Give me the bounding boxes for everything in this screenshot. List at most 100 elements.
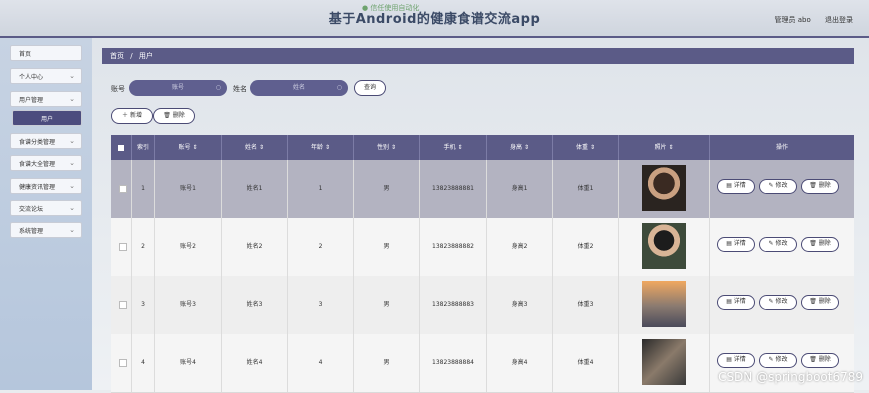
table-row[interactable]: 1 账号1 姓名1 1 男 13823888881 身高1 体重1 ▤ 详情 ✎… <box>111 160 854 219</box>
header-phone[interactable]: 手机 ⇕ <box>420 135 487 160</box>
sidebar-item-profile[interactable]: 个人中心 ⌄ <box>10 68 82 84</box>
header-gender[interactable]: 性别 ⇕ <box>354 135 420 160</box>
header-photo[interactable]: 照片 ⇕ <box>619 135 710 160</box>
top-header: ● 信任使用自动化 基于Android的健康食谱交流app 管理员 abo 退出… <box>0 0 869 38</box>
header-select-all[interactable] <box>111 135 132 160</box>
bulk-delete-button[interactable]: 🗑 删除 <box>153 108 195 124</box>
name-search-input[interactable]: 姓名 ○ <box>250 80 348 96</box>
cell-index: 2 <box>132 218 155 276</box>
cell-age: 1 <box>288 160 354 218</box>
user-photo <box>642 339 686 385</box>
header-height[interactable]: 身高 ⇕ <box>487 135 553 160</box>
header-actions: 操作 <box>775 144 788 151</box>
delete-button[interactable]: 🗑 删除 <box>801 295 839 310</box>
row-checkbox[interactable] <box>111 218 132 276</box>
detail-button[interactable]: ▤ 详情 <box>717 353 755 368</box>
header-weight[interactable]: 体重 ⇕ <box>553 135 619 160</box>
name-placeholder: 姓名 <box>292 84 305 91</box>
cell-photo <box>619 218 710 276</box>
sidebar-item-recipes[interactable]: 食谱大全管理 ⌄ <box>10 155 82 171</box>
sidebar-item-label: 健康资讯管理 <box>19 183 56 191</box>
cell-height: 身高1 <box>487 160 553 218</box>
sidebar-item-label: 食谱大全管理 <box>19 160 56 168</box>
cell-height: 身高2 <box>487 218 553 276</box>
cell-gender: 男 <box>354 276 420 334</box>
edit-button[interactable]: ✎ 修改 <box>759 237 797 252</box>
cell-weight: 体重4 <box>553 334 619 392</box>
detail-button[interactable]: ▤ 详情 <box>717 237 755 252</box>
cell-height: 身高3 <box>487 276 553 334</box>
cell-name: 姓名2 <box>222 218 288 276</box>
breadcrumb-home[interactable]: 首页 <box>110 52 124 60</box>
chevron-down-icon: ⌄ <box>69 159 75 167</box>
cell-photo <box>619 334 710 392</box>
add-button[interactable]: ＋ 新增 <box>111 108 153 124</box>
cell-name: 姓名4 <box>222 334 288 392</box>
cell-phone: 13823888884 <box>420 334 487 392</box>
chevron-down-icon: ⌄ <box>69 72 75 80</box>
edit-button[interactable]: ✎ 修改 <box>759 179 797 194</box>
cell-account: 账号2 <box>155 218 222 276</box>
account-placeholder: 账号 <box>171 84 184 91</box>
row-checkbox[interactable] <box>111 160 132 218</box>
header-age[interactable]: 年龄 ⇕ <box>288 135 354 160</box>
sidebar-item-home[interactable]: 首页 <box>10 45 82 61</box>
user-photo <box>642 281 686 327</box>
logout-link[interactable]: 退出登录 <box>825 16 853 24</box>
cell-phone: 13823888883 <box>420 276 487 334</box>
sidebar-item-label: 用户管理 <box>19 96 44 104</box>
sidebar-item-system[interactable]: 系统管理 ⌄ <box>10 222 82 238</box>
cell-photo <box>619 276 710 334</box>
account-label: 账号 <box>111 85 125 93</box>
cell-phone: 13823888882 <box>420 218 487 276</box>
header-name[interactable]: 姓名 ⇕ <box>222 135 288 160</box>
sidebar-item-health-news[interactable]: 健康资讯管理 ⌄ <box>10 178 82 194</box>
chevron-down-icon: ⌄ <box>69 137 75 145</box>
table-row[interactable]: 4 账号4 姓名4 4 男 13823888884 身高4 体重4 ▤ 详情 ✎… <box>111 334 854 393</box>
cell-actions: ▤ 详情 ✎ 修改 🗑 删除 <box>710 276 854 334</box>
cell-weight: 体重2 <box>553 218 619 276</box>
cell-age: 4 <box>288 334 354 392</box>
delete-button[interactable]: 🗑 删除 <box>801 237 839 252</box>
cell-age: 2 <box>288 218 354 276</box>
cell-height: 身高4 <box>487 334 553 392</box>
table-header: 索引 账号 ⇕ 姓名 ⇕ 年龄 ⇕ 性别 ⇕ 手机 ⇕ 身高 ⇕ 体重 ⇕ 照片… <box>111 135 854 160</box>
edit-button[interactable]: ✎ 修改 <box>759 295 797 310</box>
watermark: CSDN @springboot6789 <box>718 370 863 384</box>
cell-index: 4 <box>132 334 155 392</box>
cell-photo <box>619 160 710 218</box>
account-search-input[interactable]: 账号 ○ <box>129 80 227 96</box>
detail-button[interactable]: ▤ 详情 <box>717 179 755 194</box>
cell-account: 账号4 <box>155 334 222 392</box>
cell-name: 姓名1 <box>222 160 288 218</box>
cell-gender: 男 <box>354 218 420 276</box>
header-account[interactable]: 账号 ⇕ <box>155 135 222 160</box>
row-checkbox[interactable] <box>111 276 132 334</box>
sidebar-item-label: 用户 <box>40 115 53 123</box>
name-label: 姓名 <box>233 85 247 93</box>
edit-button[interactable]: ✎ 修改 <box>759 353 797 368</box>
cell-gender: 男 <box>354 160 420 218</box>
query-button[interactable]: 查询 <box>354 80 386 96</box>
cell-account: 账号1 <box>155 160 222 218</box>
delete-button[interactable]: 🗑 删除 <box>801 179 839 194</box>
cell-gender: 男 <box>354 334 420 392</box>
delete-button[interactable]: 🗑 删除 <box>801 353 839 368</box>
app-title: 基于Android的健康食谱交流app <box>328 12 541 27</box>
main-content: 首页 / 用户 账号 账号 ○ 姓名 姓名 ○ 查询 ＋ 新增 🗑 删除 索引 … <box>92 38 869 393</box>
sidebar-item-recipe-category[interactable]: 食谱分类管理 ⌄ <box>10 133 82 149</box>
sidebar-item-label: 个人中心 <box>19 73 44 81</box>
table-row[interactable]: 3 账号3 姓名3 3 男 13823888883 身高3 体重3 ▤ 详情 ✎… <box>111 276 854 335</box>
sidebar-item-label: 系统管理 <box>19 227 44 235</box>
sidebar-item-users[interactable]: 用户 <box>12 110 82 126</box>
breadcrumb-current: 用户 <box>138 52 153 60</box>
sidebar-item-label: 首页 <box>19 50 32 58</box>
sidebar-item-user-management[interactable]: 用户管理 ⌄ <box>10 91 82 107</box>
row-checkbox[interactable] <box>111 334 132 392</box>
table-row[interactable]: 2 账号2 姓名2 2 男 13823888882 身高2 体重2 ▤ 详情 ✎… <box>111 218 854 277</box>
cell-index: 1 <box>132 160 155 218</box>
detail-button[interactable]: ▤ 详情 <box>717 295 755 310</box>
sidebar-item-forum[interactable]: 交流论坛 ⌄ <box>10 200 82 216</box>
cell-phone: 13823888881 <box>420 160 487 218</box>
chevron-down-icon: ⌄ <box>69 182 75 190</box>
